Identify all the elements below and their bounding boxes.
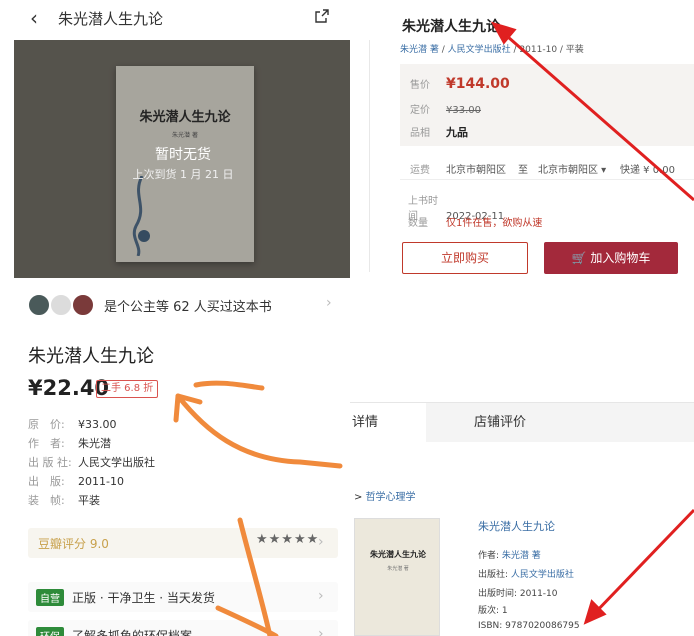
ship-to-select[interactable]: 北京市朝阳区 ▾ — [538, 161, 606, 176]
price-box: 售价 ¥144.00 定价 ¥33.00 品相 九品 — [400, 64, 694, 146]
web-product-title: 朱光潜人生九论 — [402, 19, 500, 35]
back-icon[interactable]: ‹ — [30, 8, 38, 28]
avatar — [72, 294, 94, 316]
web-price: ¥144.00 — [446, 76, 510, 92]
rating-stars: ★★★★★ — [256, 532, 320, 547]
chevron-right-icon: › — [318, 626, 324, 636]
avatar — [28, 294, 50, 316]
tab-shop-review[interactable]: 店铺评价 — [474, 403, 526, 443]
price-row: 售价 ¥144.00 — [410, 76, 510, 92]
web-meta-line: 朱光潜 著 / 人民文学出版社 / 2011-10 / 平装 — [400, 45, 584, 55]
book-thumbnail[interactable]: 朱光潜人生九论 朱光潜 著 — [354, 518, 440, 636]
breadcrumb: > 哲学心理学 — [354, 492, 416, 503]
buy-now-button[interactable]: 立即购买 — [402, 242, 528, 274]
mobile-app-panel: ‹ 朱光潜人生九论 朱光潜人生九论 朱光潜 著 暂时无货 上次到货 1 月 21… — [0, 0, 350, 636]
web-orig-price: ¥33.00 — [446, 105, 481, 116]
spec-row: 出 版: 2011-10 — [28, 475, 124, 488]
detail-row: 出版时间: 2011-10 — [478, 589, 558, 599]
chevron-right-icon: › — [318, 534, 324, 550]
detail-row: 版次: 1 — [478, 606, 508, 616]
author-link[interactable]: 朱光潜 著 — [400, 45, 439, 55]
shipping-row: 运费 北京市朝阳区 至 北京市朝阳区 ▾ 快递 ¥ 0.00 — [400, 150, 694, 180]
product-title: 朱光潜人生九论 — [28, 346, 154, 367]
spec-row: 装 帧: 平装 — [28, 494, 100, 507]
buyers-text: 是个公主等 62 人买过这本书 — [104, 300, 272, 315]
cover-image-area: 朱光潜人生九论 朱光潜 著 暂时无货 上次到货 1 月 21 日 — [14, 40, 350, 278]
spec-row: 出 版 社: 人民文学出版社 — [28, 456, 155, 469]
avatar — [50, 294, 72, 316]
spec-row: 原 价: ¥33.00 — [28, 418, 117, 431]
spec-row: 作 者: 朱光潜 — [28, 437, 111, 450]
promo-row[interactable]: 自营 正版 · 干净卫生 · 当天发货 › — [28, 582, 338, 612]
promo-tag: 自营 — [36, 589, 64, 606]
discount-badge: 二手 6.8 折 — [96, 380, 159, 398]
cart-icon: 🛒 — [571, 251, 591, 265]
web-page-panel: 朱光潜人生九论 朱光潜 著 / 人民文学出版社 / 2011-10 / 平装 售… — [350, 0, 694, 636]
buyers-row[interactable]: 是个公主等 62 人买过这本书 › — [0, 286, 350, 322]
promo-row[interactable]: 环保 了解多抓鱼的环保档案 › — [28, 620, 338, 636]
condition-row: 品相 九品 — [410, 126, 468, 139]
detail-row: 出版社: 人民文学出版社 — [478, 570, 574, 580]
top-title: 朱光潜人生九论 — [58, 10, 164, 28]
add-to-cart-button[interactable]: 🛒 加入购物车 — [544, 242, 678, 274]
restock-date: 上次到货 1 月 21 日 — [132, 168, 234, 181]
chevron-right-icon: › — [318, 588, 324, 604]
publisher-link[interactable]: 人民文学出版社 — [448, 45, 511, 55]
promo-text: 了解多抓鱼的环保档案 — [72, 629, 193, 636]
promo-text: 正版 · 干净卫生 · 当天发货 — [72, 591, 215, 605]
quantity-row: 数量 仅1件在售，欲购从速 — [408, 218, 543, 229]
out-of-stock-label: 暂时无货 — [155, 147, 211, 163]
share-icon[interactable] — [314, 8, 330, 24]
douban-rating-row[interactable]: 豆瓣评分 9.0 ★★★★★ › — [28, 528, 338, 558]
douban-rating: 豆瓣评分 9.0 — [38, 537, 109, 551]
chevron-right-icon: › — [326, 295, 332, 311]
promo-tag: 环保 — [36, 627, 64, 636]
detail-book-title[interactable]: 朱光潜人生九论 — [478, 518, 555, 534]
detail-row: 作者: 朱光潜 著 — [478, 551, 541, 561]
orig-price-row: 定价 ¥33.00 — [410, 105, 481, 116]
tab-detail[interactable]: 详情 — [350, 403, 426, 443]
web-condition: 九品 — [446, 126, 468, 139]
isbn-row: ISBN: 9787020086795 — [478, 621, 580, 631]
divider — [350, 40, 370, 272]
detail-tabs: 详情 店铺评价 — [350, 402, 694, 443]
top-bar: ‹ 朱光潜人生九论 — [0, 0, 350, 38]
category-link[interactable]: 哲学心理学 — [366, 492, 416, 503]
